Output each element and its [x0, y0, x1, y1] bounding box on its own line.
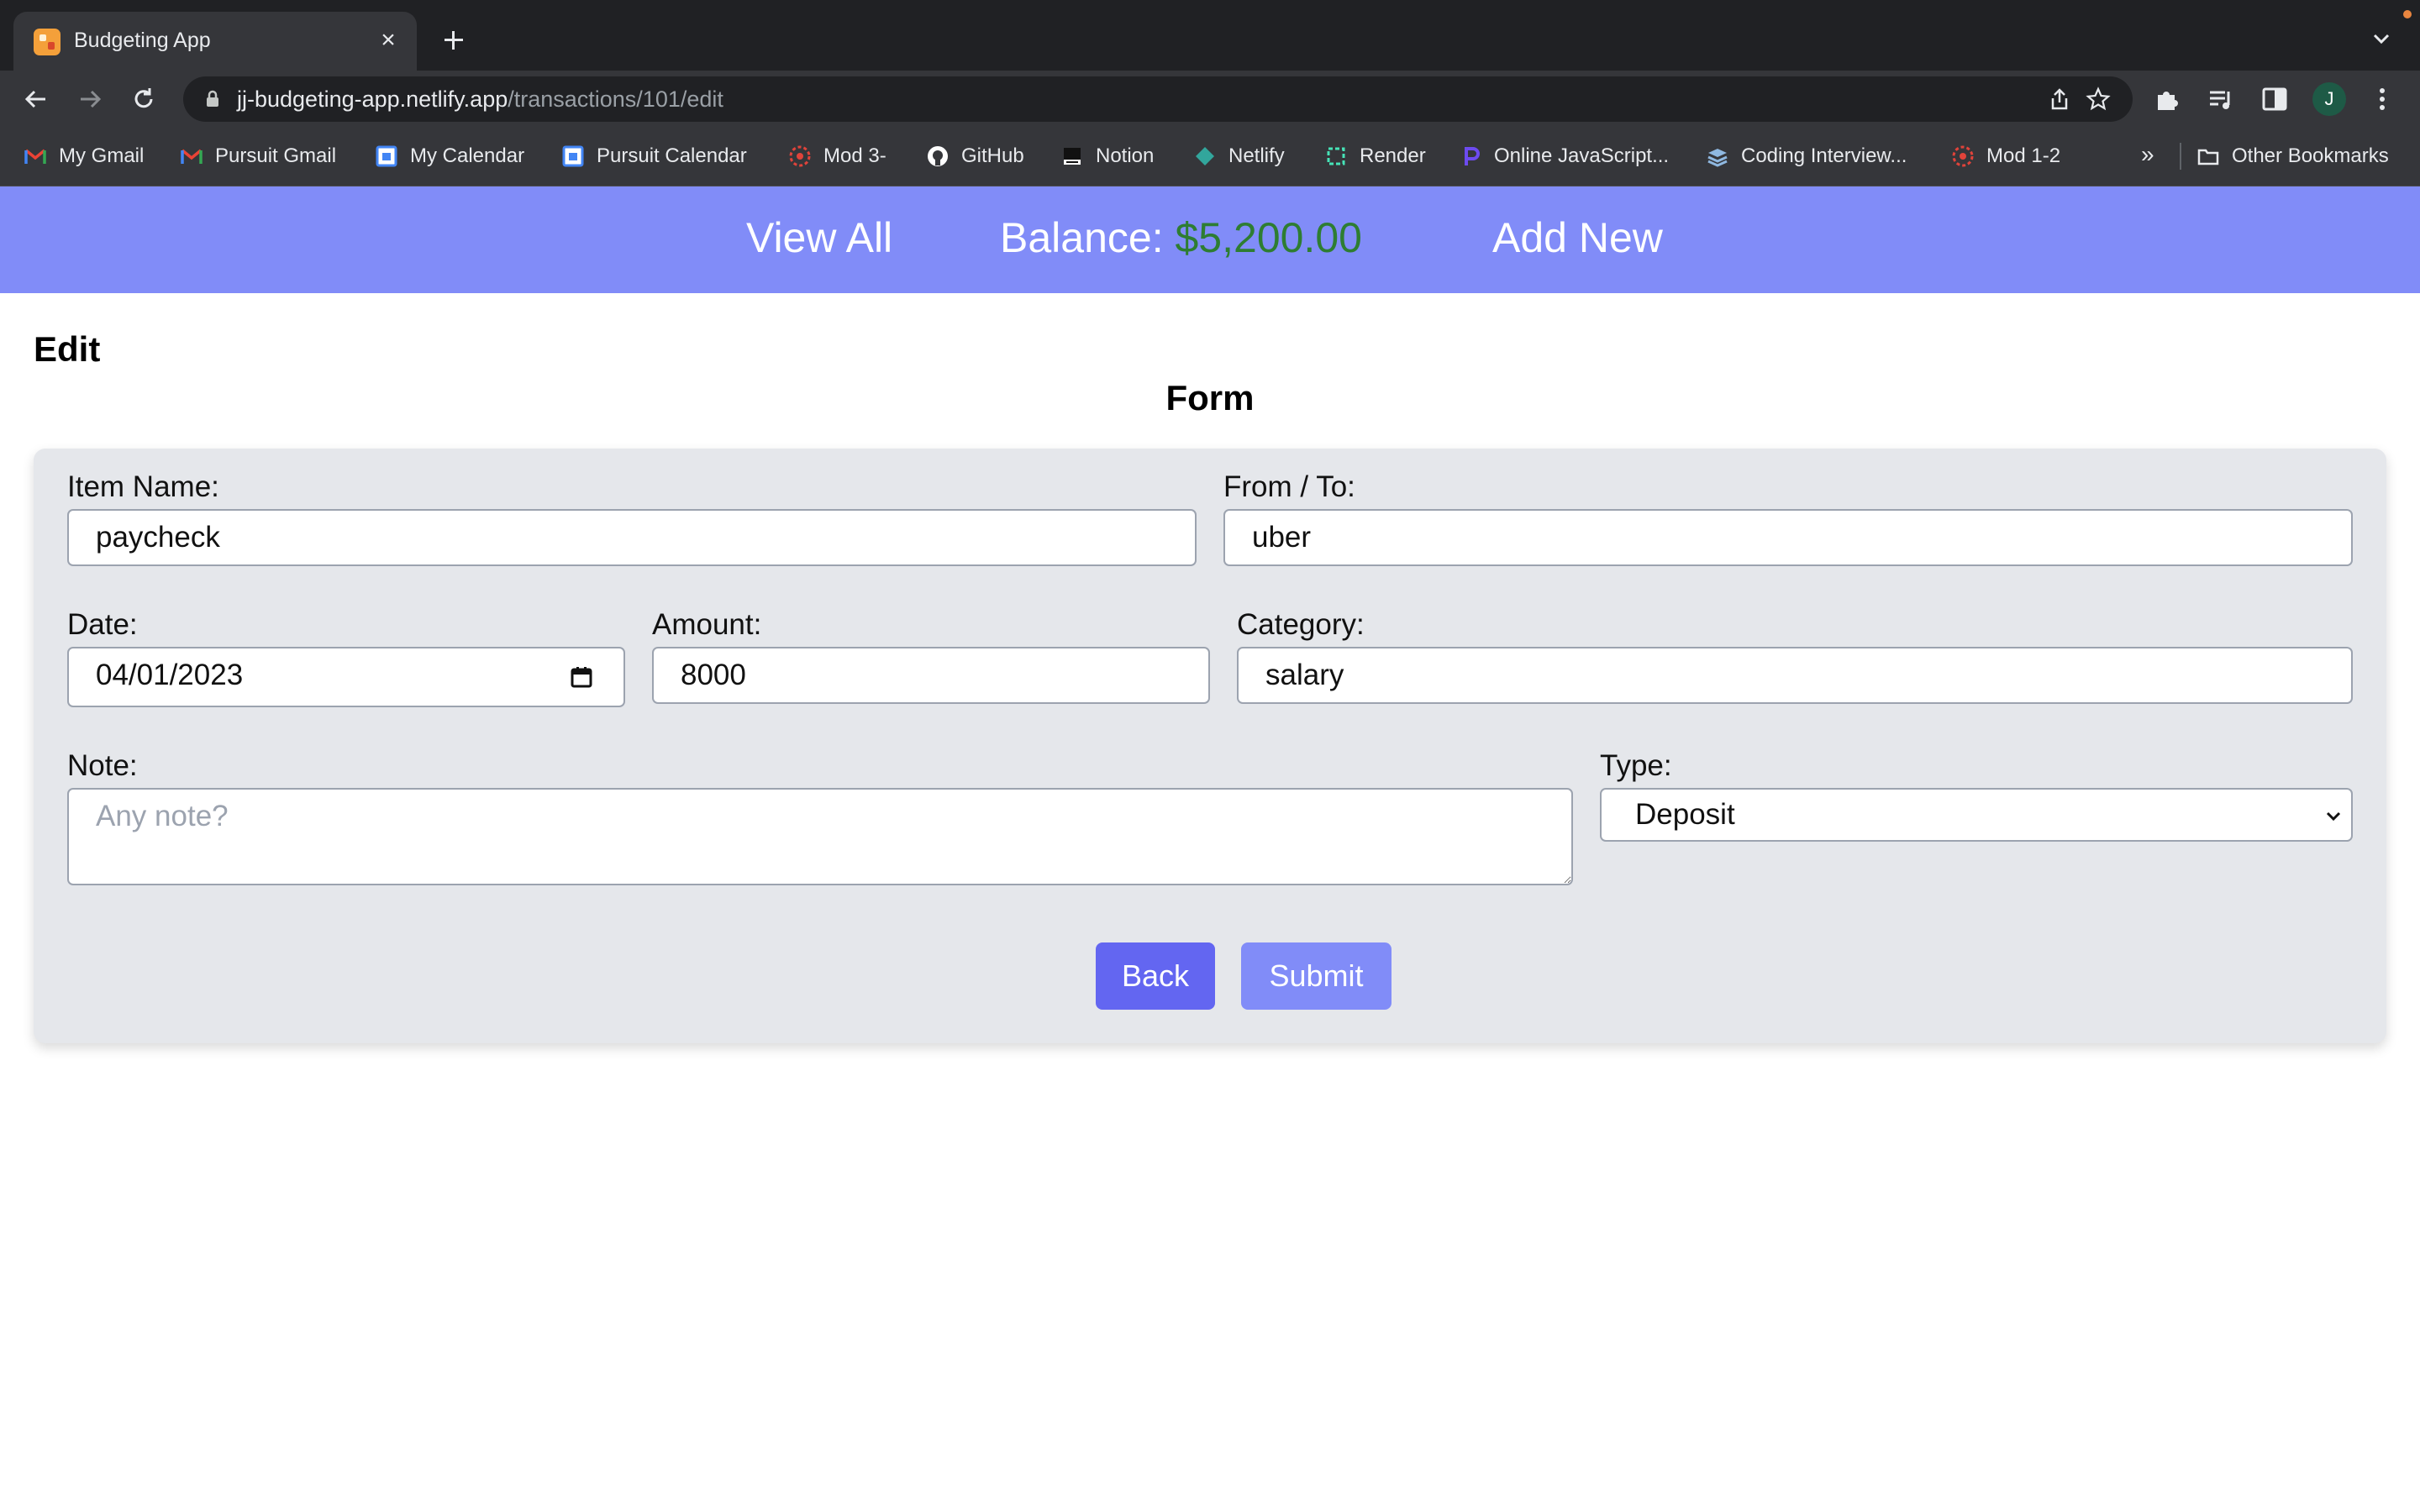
extensions-puzzle-icon[interactable]	[2153, 85, 2181, 113]
forward-arrow-icon[interactable]	[76, 85, 104, 113]
pursuit-icon	[789, 145, 811, 167]
bookmark-render[interactable]: Render	[1324, 143, 1426, 170]
github-icon	[928, 146, 948, 166]
bookmarks-overflow-button[interactable]: »	[2141, 141, 2154, 168]
app-navbar: View All Balance: $5,200.00 Add New	[0, 186, 2420, 293]
category-input[interactable]: salary	[1237, 647, 2353, 704]
bookmark-label: GitHub	[961, 144, 1024, 167]
date-value: 04/01/2023	[96, 659, 244, 691]
pursuit-icon	[1952, 145, 1974, 167]
chevron-down-icon	[2326, 811, 2341, 822]
bookmark-netlify[interactable]: Netlify	[1193, 143, 1285, 170]
profile-avatar[interactable]: J	[2312, 82, 2346, 116]
folder-icon	[2197, 149, 2219, 165]
from-to-label: From / To:	[1223, 470, 1355, 503]
transaction-form: Item Name: paycheck From / To: uber Date…	[34, 449, 2386, 1043]
browser-toolbar: jj-budgeting-app.netlify.app/transaction…	[0, 71, 2420, 126]
new-tab-icon[interactable]	[437, 24, 471, 57]
item-name-input[interactable]: paycheck	[67, 509, 1197, 566]
url-host: jj-budgeting-app.netlify.app	[237, 87, 508, 112]
balance-amount: $5,200.00	[1175, 214, 1362, 261]
amount-label: Amount:	[652, 608, 762, 641]
type-selected-value: Deposit	[1635, 798, 1735, 831]
lock-icon	[207, 90, 218, 107]
calendar-picker-icon[interactable]	[570, 665, 593, 689]
tab-search-chevron-icon[interactable]	[2368, 25, 2395, 52]
bookmark-pursuit-calendar[interactable]: Pursuit Calendar	[561, 143, 747, 170]
browser-tab-strip: Budgeting App ×	[0, 0, 2420, 71]
url-text: jj-budgeting-app.netlify.app/transaction…	[237, 87, 723, 113]
netlify-icon	[1196, 147, 1214, 165]
item-name-label: Item Name:	[67, 470, 219, 503]
bookmark-label: Notion	[1096, 144, 1155, 167]
budget-app-favicon-icon	[34, 29, 60, 55]
type-select[interactable]: Deposit	[1600, 788, 2353, 842]
bookmark-label: My Gmail	[59, 144, 145, 167]
notification-dot-icon	[2403, 10, 2412, 18]
balance-label: Balance:	[1000, 214, 1164, 261]
bookmark-other-bookmarks[interactable]: Other Bookmarks	[2196, 143, 2389, 170]
back-arrow-icon[interactable]	[22, 85, 50, 113]
bookmark-label: My Calendar	[410, 144, 525, 167]
bookmark-mod-1-2[interactable]: Mod 1-2	[1951, 143, 2060, 170]
bookmark-label: Netlify	[1228, 144, 1285, 167]
form-title: Form	[1165, 378, 1255, 417]
reload-icon[interactable]	[129, 85, 158, 113]
back-button[interactable]: Back	[1096, 942, 1215, 1010]
balance-display: Balance: $5,200.00	[1000, 213, 1362, 262]
submit-button[interactable]: Submit	[1241, 942, 1392, 1010]
layers-icon	[1707, 149, 1728, 167]
render-icon	[1327, 147, 1345, 165]
bookmark-pursuit-gmail[interactable]: Pursuit Gmail	[180, 143, 336, 170]
bookmark-label: Pursuit Calendar	[597, 144, 747, 167]
bookmark-online-javascript[interactable]: Online JavaScript...	[1459, 143, 1669, 170]
calendar-icon	[376, 145, 397, 167]
gmail-icon	[24, 149, 46, 164]
bookmarks-bar: My Gmail Pursuit Gmail My Calendar Pursu…	[0, 126, 2420, 186]
bookmark-label: Coding Interview...	[1741, 144, 1907, 167]
bookmark-label: Other Bookmarks	[2232, 144, 2389, 167]
note-textarea[interactable]	[67, 788, 1573, 885]
calendar-icon	[562, 145, 584, 167]
bookmark-my-calendar[interactable]: My Calendar	[375, 143, 524, 170]
add-new-link[interactable]: Add New	[1492, 213, 1663, 262]
bookmark-label: Mod 1-2	[1986, 144, 2061, 167]
bookmark-notion[interactable]: Notion	[1060, 143, 1154, 170]
bookmarks-divider	[2180, 143, 2181, 170]
from-to-input[interactable]: uber	[1223, 509, 2353, 566]
gmail-icon	[181, 149, 203, 164]
url-path: /transactions/101/edit	[508, 87, 723, 112]
browser-tab[interactable]: Budgeting App ×	[13, 12, 417, 71]
date-label: Date:	[67, 608, 138, 641]
bookmark-mod-3[interactable]: Mod 3-	[788, 143, 886, 170]
page-title: Edit	[34, 329, 101, 369]
bookmark-my-gmail[interactable]: My Gmail	[24, 143, 144, 170]
type-label: Type:	[1600, 749, 1672, 782]
bookmark-coding-interview[interactable]: Coding Interview...	[1706, 143, 1907, 170]
tab-title: Budgeting App	[74, 29, 211, 52]
view-all-link[interactable]: View All	[746, 213, 892, 262]
bookmark-star-icon[interactable]	[2086, 87, 2111, 112]
bookmark-label: Mod 3-	[823, 144, 886, 167]
kebab-menu-icon[interactable]	[2368, 85, 2396, 113]
note-label: Note:	[67, 749, 138, 782]
side-panel-icon[interactable]	[2260, 85, 2289, 113]
bookmark-label: Render	[1360, 144, 1426, 167]
address-bar[interactable]: jj-budgeting-app.netlify.app/transaction…	[183, 76, 2133, 122]
tab-close-icon[interactable]: ×	[373, 25, 403, 55]
programiz-icon	[1465, 147, 1480, 165]
bookmark-label: Pursuit Gmail	[215, 144, 337, 167]
category-label: Category:	[1237, 608, 1365, 641]
bookmark-label: Online JavaScript...	[1494, 144, 1670, 167]
share-icon[interactable]	[2047, 87, 2072, 112]
bookmark-github[interactable]: GitHub	[926, 143, 1024, 170]
notion-icon	[1064, 148, 1081, 165]
date-input[interactable]: 04/01/2023	[67, 647, 625, 707]
amount-input[interactable]: 8000	[652, 647, 1210, 704]
media-controls-icon[interactable]	[2207, 85, 2235, 113]
